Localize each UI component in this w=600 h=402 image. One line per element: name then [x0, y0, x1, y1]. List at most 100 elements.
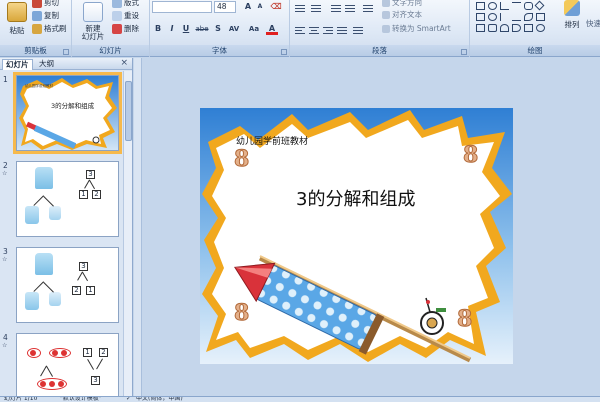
- layout-button[interactable]: 版式: [112, 0, 139, 8]
- jar-image: [35, 167, 53, 189]
- circle-shape-icon[interactable]: [488, 13, 497, 21]
- animation-icon: ☆: [2, 256, 8, 263]
- align-center-icon[interactable]: [308, 25, 320, 35]
- shapes-gallery[interactable]: [474, 0, 556, 34]
- slide-thumbnail-3[interactable]: 3 2 1: [16, 247, 119, 323]
- clear-format-icon[interactable]: ⌫: [270, 1, 282, 13]
- change-case-button[interactable]: Aa: [246, 23, 262, 35]
- red-ball: [30, 350, 36, 356]
- paste-button[interactable]: 粘贴: [4, 2, 30, 36]
- scrollbar-thumb[interactable]: [125, 81, 132, 141]
- branch-line: [46, 366, 53, 377]
- quick-styles-button[interactable]: 快速: [586, 18, 600, 29]
- copy-button[interactable]: 复制: [32, 10, 59, 21]
- cut-button[interactable]: 剪切: [32, 0, 59, 8]
- format-painter-button[interactable]: 格式刷: [32, 23, 67, 34]
- rectangle-shape-icon[interactable]: [476, 2, 485, 10]
- paragraph-launcher-icon[interactable]: [461, 49, 467, 55]
- tab-outline[interactable]: 大纲: [36, 59, 57, 70]
- slide-thumbnail-1[interactable]: 幼儿园学前班教材 3的分解和组成: [13, 72, 122, 154]
- underline-button[interactable]: U: [180, 23, 192, 35]
- copy-icon: [32, 10, 42, 21]
- slides-label: 幻灯片: [72, 45, 149, 56]
- line-spacing-icon[interactable]: [362, 3, 374, 13]
- star-shape-icon[interactable]: [524, 24, 533, 32]
- moon-shape-icon[interactable]: [512, 24, 521, 32]
- font-launcher-icon[interactable]: [281, 49, 287, 55]
- digit-decoration: 8: [462, 142, 479, 169]
- paste-icon: [7, 2, 27, 22]
- slides-group: 新建 幻灯片 版式 重设 删除 幻灯片: [72, 0, 150, 57]
- slide-subtitle[interactable]: 幼儿园学前班教材: [236, 134, 308, 147]
- elbow-shape-icon[interactable]: [512, 13, 521, 21]
- shadow-button[interactable]: S: [212, 23, 224, 35]
- curve-shape-icon[interactable]: [524, 13, 533, 21]
- spellcheck-icon[interactable]: ✓: [126, 397, 131, 402]
- align-text-button[interactable]: 对齐文本: [382, 9, 422, 20]
- font-size-select[interactable]: 48: [214, 1, 236, 13]
- smartart-button[interactable]: 转换为 SmartArt: [382, 23, 451, 34]
- bold-button[interactable]: B: [152, 23, 164, 35]
- paragraph-group: 文字方向 对齐文本 转换为 SmartArt 段落: [290, 0, 470, 57]
- red-ball: [49, 381, 55, 387]
- rounded-rect-shape-icon[interactable]: [524, 2, 533, 10]
- paragraph-label: 段落: [290, 45, 469, 56]
- clipboard-group: 粘贴 剪切 复制 格式刷 剪贴板: [0, 0, 72, 57]
- decrease-indent-icon[interactable]: [330, 3, 342, 13]
- jar-image: [49, 292, 61, 306]
- number-box: 1: [86, 286, 95, 295]
- strikethrough-button[interactable]: abe: [194, 23, 210, 35]
- reset-button[interactable]: 重设: [112, 10, 139, 21]
- triangle-shape-icon[interactable]: [476, 24, 485, 32]
- font-color-button[interactable]: A: [266, 23, 278, 35]
- bullets-icon[interactable]: [294, 3, 306, 13]
- align-text-icon: [382, 10, 390, 19]
- number-box: 3: [91, 376, 100, 385]
- close-panel-icon[interactable]: ×: [120, 58, 128, 68]
- callout-shape-icon[interactable]: [536, 13, 545, 21]
- connector-shape-icon[interactable]: [500, 13, 509, 21]
- justify-icon[interactable]: [336, 25, 348, 35]
- oval-shape-icon[interactable]: [488, 2, 497, 10]
- line-shape-icon[interactable]: [500, 2, 509, 10]
- thumbnail-scrollbar[interactable]: [123, 71, 132, 396]
- ribbon: 粘贴 剪切 复制 格式刷 剪贴板 新建 幻灯片 版式 重设 删除 幻灯片 48 …: [0, 0, 600, 57]
- jar-image: [25, 292, 39, 310]
- clipboard-launcher-icon[interactable]: [63, 49, 69, 55]
- slide-thumbnail-2[interactable]: 3 1 2: [16, 161, 119, 237]
- align-left-icon[interactable]: [294, 25, 306, 35]
- slide-title[interactable]: 3的分解和组成: [296, 185, 415, 211]
- new-slide-button[interactable]: 新建 幻灯片: [78, 2, 108, 41]
- char-spacing-button[interactable]: AV: [226, 23, 242, 35]
- drawing-group: 排列 快速 绘图: [470, 0, 600, 57]
- digit-decoration: 8: [233, 300, 250, 327]
- tab-slides[interactable]: 幻灯片: [2, 59, 33, 70]
- grow-font-button[interactable]: A: [242, 1, 254, 13]
- reset-icon: [112, 10, 122, 21]
- diamond-shape-icon[interactable]: [534, 0, 545, 11]
- brush-icon: [32, 23, 42, 34]
- arrow-shape-icon[interactable]: [512, 2, 521, 10]
- slide-thumbnail-4[interactable]: 1 2 3: [16, 333, 119, 396]
- font-name-select[interactable]: [152, 1, 212, 13]
- square-shape-icon[interactable]: [476, 13, 485, 21]
- red-ball: [61, 350, 67, 356]
- smiley-shape-icon[interactable]: [536, 24, 545, 32]
- numbering-icon[interactable]: [310, 3, 322, 13]
- bracket-shape-icon[interactable]: [488, 24, 497, 32]
- columns-icon[interactable]: [352, 25, 364, 35]
- branch-line: [89, 180, 95, 190]
- jar-image: [35, 253, 53, 275]
- increase-indent-icon[interactable]: [344, 3, 356, 13]
- align-right-icon[interactable]: [322, 25, 334, 35]
- arrange-button[interactable]: 排列: [562, 0, 582, 30]
- italic-button[interactable]: I: [166, 23, 178, 35]
- shrink-font-button[interactable]: A: [254, 1, 266, 13]
- slide-number: 4: [3, 333, 8, 342]
- main-slide[interactable]: 8 8 8 8 幼儿园学前班教材 3的分解和组成: [200, 108, 513, 364]
- text-direction-button[interactable]: 文字方向: [382, 0, 422, 8]
- delete-slide-button[interactable]: 删除: [112, 23, 139, 34]
- delete-icon: [112, 23, 122, 34]
- new-slide-icon: [83, 2, 103, 22]
- arc-shape-icon[interactable]: [500, 24, 509, 32]
